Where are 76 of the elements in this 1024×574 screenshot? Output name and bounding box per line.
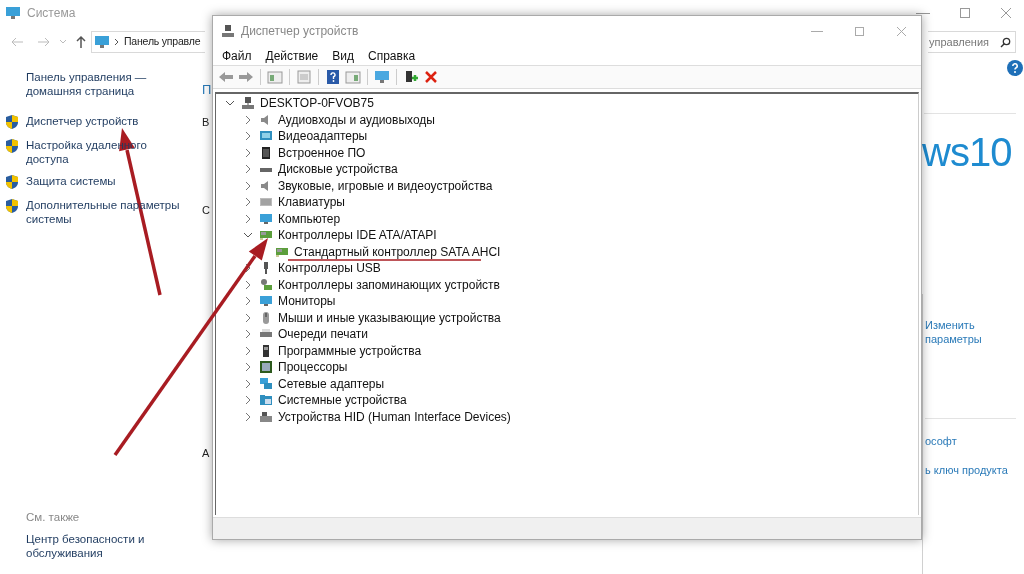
tree-item[interactable]: Мыши и иные указывающие устройства bbox=[276, 308, 501, 327]
search-placeholder: управления bbox=[929, 34, 989, 50]
tree-item[interactable]: DESKTOP-0FVOB75 bbox=[258, 94, 374, 113]
menu-item[interactable]: Вид bbox=[332, 46, 354, 65]
breadcrumb-chevron-icon bbox=[114, 38, 120, 46]
hid-icon bbox=[259, 409, 273, 424]
monitor-icon[interactable] bbox=[373, 69, 391, 85]
link-text[interactable]: ь ключ продукта bbox=[925, 461, 1024, 478]
tree-item[interactable]: Аудиовходы и аудиовыходы bbox=[276, 110, 435, 129]
task-link[interactable]: Защита системы bbox=[26, 174, 181, 188]
maximize-button[interactable] bbox=[855, 26, 864, 36]
chip-icon bbox=[259, 145, 273, 160]
tree-item[interactable]: Процессоры bbox=[276, 358, 348, 377]
tree-item[interactable]: Программные устройства bbox=[276, 341, 422, 360]
partial-text: С bbox=[202, 203, 210, 218]
panel-view-icon[interactable] bbox=[266, 69, 284, 85]
tree-item[interactable]: Звуковые, игровые и видеоустройства bbox=[276, 176, 493, 195]
partial-text: А bbox=[202, 445, 210, 461]
computer-icon bbox=[221, 24, 235, 38]
search-icon bbox=[1000, 36, 1011, 48]
partial-text: В bbox=[202, 114, 210, 130]
tree-item[interactable]: Контроллеры USB bbox=[276, 259, 381, 278]
address-bar[interactable]: Панель управле bbox=[91, 31, 205, 53]
tree-item[interactable]: Контроллеры IDE ATA/ATAPI bbox=[276, 226, 437, 245]
window-title: Система bbox=[27, 5, 76, 22]
tree-item[interactable]: Компьютер bbox=[276, 209, 341, 228]
tree-item[interactable]: Сетевые адаптеры bbox=[276, 374, 385, 393]
logo-text: ws10 bbox=[922, 130, 1013, 174]
tree-item[interactable]: Очереди печати bbox=[276, 325, 369, 344]
tree-item[interactable]: Встроенное ПО bbox=[276, 143, 366, 162]
breadcrumb-item[interactable]: Панель управле bbox=[124, 34, 201, 50]
link-text[interactable]: ософт bbox=[925, 433, 1024, 450]
shield-icon bbox=[5, 138, 19, 154]
menu-item[interactable]: Файл bbox=[222, 46, 252, 65]
help-icon[interactable] bbox=[324, 69, 342, 85]
system-devices-icon bbox=[259, 393, 273, 408]
maximize-button[interactable] bbox=[960, 8, 970, 18]
monitor-icon bbox=[259, 294, 273, 309]
tree-item[interactable]: Устройства HID (Human Interface Devices) bbox=[276, 407, 511, 426]
tree-item[interactable]: Стандартный контроллер SATA AHCI bbox=[292, 242, 501, 261]
shield-icon bbox=[5, 114, 19, 130]
window-title: Диспетчер устройств bbox=[241, 23, 359, 40]
monitor-icon bbox=[259, 211, 273, 226]
shield-icon bbox=[5, 174, 19, 190]
see-also-heading: См. также bbox=[26, 510, 81, 524]
network-icon bbox=[259, 376, 273, 391]
help-icon[interactable] bbox=[1007, 60, 1023, 76]
storage-controller-icon bbox=[259, 277, 273, 292]
forward-arrow-icon[interactable] bbox=[237, 69, 255, 85]
tree-item[interactable]: Клавиатуры bbox=[276, 193, 345, 212]
see-also-link[interactable]: Центр безопасности и обслуживания bbox=[26, 532, 151, 560]
minimize-button[interactable] bbox=[916, 12, 930, 14]
controller-card-icon bbox=[259, 228, 273, 243]
home-link[interactable]: Панель управления — домашняя страница bbox=[26, 70, 156, 98]
monitor-icon bbox=[94, 35, 110, 49]
tree-item[interactable]: Системные устройства bbox=[276, 391, 407, 410]
task-link[interactable]: Диспетчер устройств bbox=[26, 114, 181, 128]
computer-icon bbox=[241, 96, 255, 111]
back-arrow-icon[interactable] bbox=[217, 69, 235, 85]
menu-item[interactable]: Действие bbox=[265, 46, 319, 65]
monitor-icon bbox=[5, 6, 21, 20]
partial-text: П bbox=[202, 81, 212, 99]
minimize-button[interactable] bbox=[811, 30, 823, 32]
menu-item[interactable]: Справка bbox=[368, 46, 416, 65]
settings-link[interactable]: Изменить параметры bbox=[925, 318, 1005, 346]
tree-item[interactable]: Мониторы bbox=[276, 292, 336, 311]
tree-item[interactable]: Контроллеры запоминающих устройств bbox=[276, 275, 500, 294]
shield-icon bbox=[5, 198, 19, 214]
tree-item[interactable]: Видеоадаптеры bbox=[276, 127, 368, 146]
close-icon[interactable] bbox=[1000, 7, 1012, 19]
up-arrow-icon[interactable] bbox=[75, 35, 87, 49]
tree-item[interactable]: Дисковые устройства bbox=[276, 160, 398, 179]
close-icon[interactable] bbox=[896, 25, 907, 37]
search-field[interactable]: управления bbox=[928, 31, 1016, 53]
processor-icon bbox=[259, 360, 273, 375]
delete-icon[interactable] bbox=[422, 69, 440, 85]
